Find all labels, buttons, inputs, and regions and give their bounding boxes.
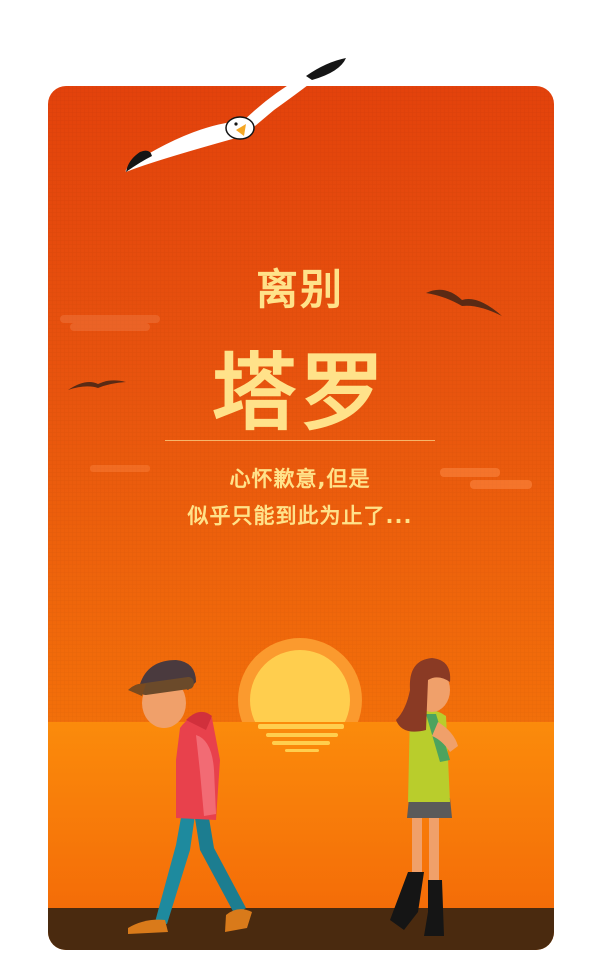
ground [48,908,554,950]
cloud-left [60,315,160,331]
cloud-center [90,465,150,472]
poster-scene [48,58,554,950]
